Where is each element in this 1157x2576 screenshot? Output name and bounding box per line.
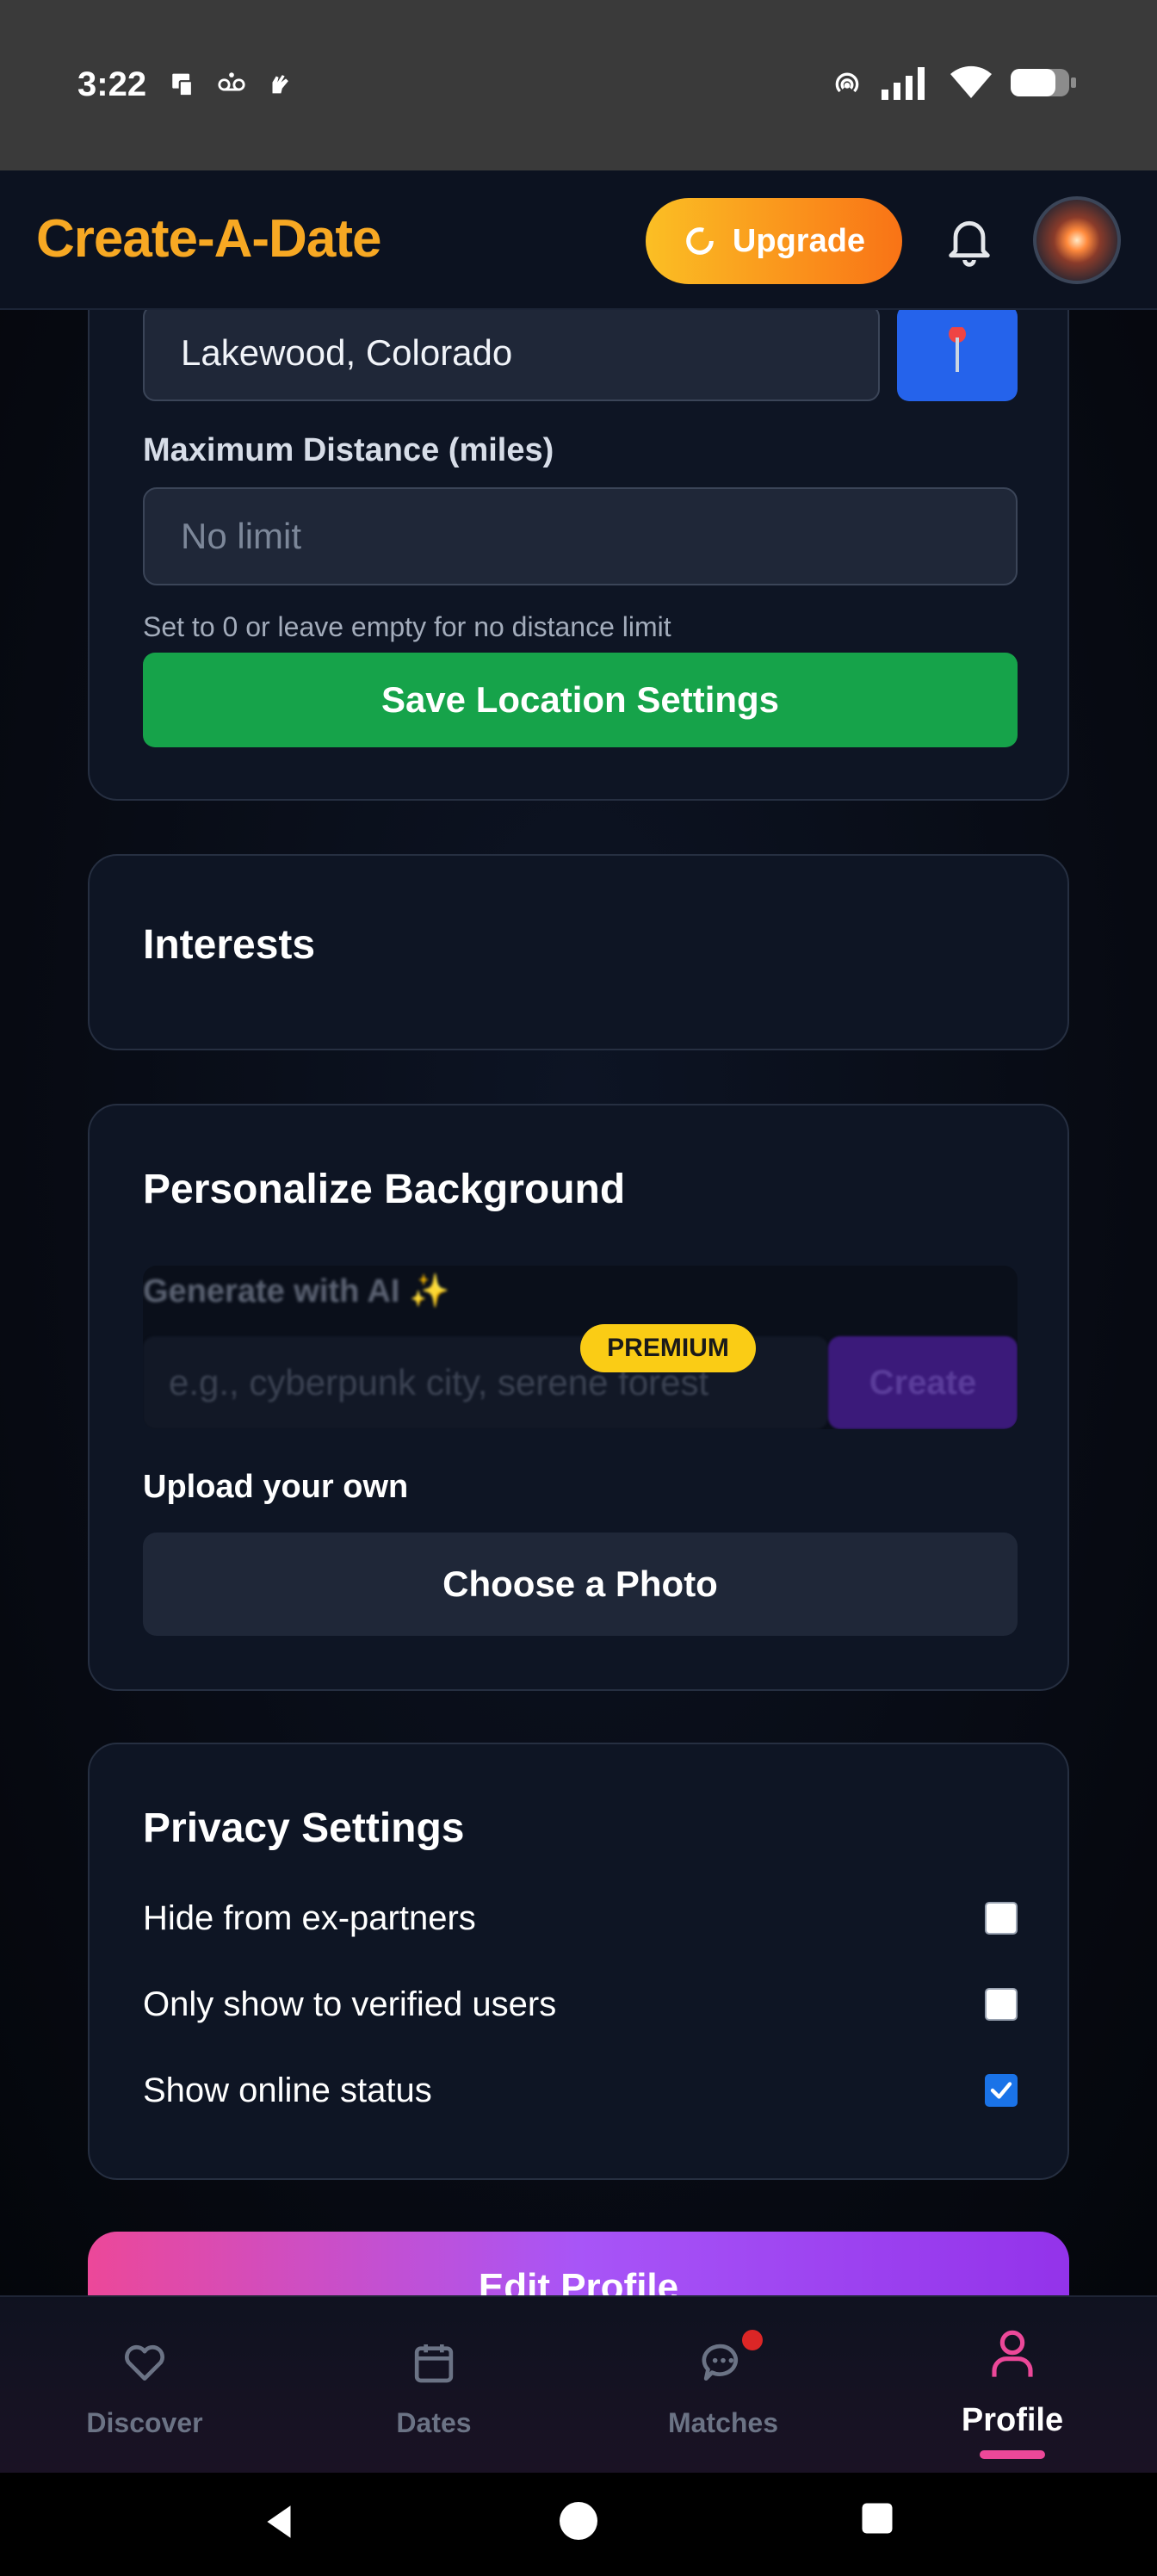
status-notification-icons [169, 69, 294, 98]
signal-icon [882, 65, 933, 104]
upload-label: Upload your own [143, 1469, 409, 1505]
ai-generate-label: Generate with AI ✨ [143, 1273, 450, 1310]
profile-content[interactable]: Lakewood, Colorado Maximum Distance (mil… [0, 310, 1157, 2295]
save-location-button[interactable]: Save Location Settings [143, 653, 1018, 747]
upgrade-label: Upgrade [732, 222, 866, 259]
privacy-option-label: Show online status [143, 2071, 432, 2109]
use-location-button[interactable] [897, 310, 1018, 401]
nav-matches[interactable]: Matches [578, 2297, 868, 2474]
device-icon [169, 69, 198, 98]
app-title[interactable]: Create-A-Date [36, 208, 381, 269]
edit-profile-button[interactable]: Edit Profile [88, 2232, 1069, 2295]
distance-hint: Set to 0 or leave empty for no distance … [143, 611, 671, 642]
privacy-option-hide-ex[interactable]: Hide from ex-partners [143, 1892, 1018, 1944]
hide-ex-checkbox[interactable] [985, 1902, 1018, 1935]
nav-profile[interactable]: Profile [868, 2297, 1157, 2474]
status-time: 3:22 [77, 65, 147, 103]
status-system-icons [830, 65, 1078, 104]
wifi-icon [950, 65, 992, 104]
status-bar: 3:22 [0, 0, 1157, 170]
ai-create-button: Create [828, 1336, 1018, 1429]
privacy-option-label: Hide from ex-partners [143, 1898, 476, 1937]
nav-discover[interactable]: Discover [0, 2297, 289, 2474]
voicemail-icon [217, 69, 246, 98]
avatar[interactable] [1033, 196, 1121, 284]
verified-only-checkbox[interactable] [985, 1988, 1018, 2021]
recents-icon [862, 2503, 893, 2534]
privacy-option-online-status[interactable]: Show online status [143, 2065, 1018, 2116]
hotspot-icon [830, 65, 864, 104]
notifications-button[interactable] [942, 212, 997, 267]
privacy-option-label: Only show to verified users [143, 1985, 557, 2023]
privacy-card: Privacy Settings Hide from ex-partners O… [88, 1743, 1069, 2180]
nav-label: Profile [961, 2402, 1064, 2438]
sparkle-ring-icon [686, 227, 714, 255]
battery-icon [1009, 65, 1078, 104]
privacy-title: Privacy Settings [143, 1805, 465, 1851]
system-nav-bar [0, 2473, 1157, 2576]
app-header: Create-A-Date Upgrade [0, 170, 1157, 310]
home-button[interactable] [558, 2500, 599, 2546]
background-card: Personalize Background Generate with AI … [88, 1104, 1069, 1691]
location-field[interactable]: Lakewood, Colorado [143, 310, 880, 401]
user-icon [992, 2330, 1033, 2377]
nav-label: Matches [667, 2407, 779, 2438]
distance-input[interactable] [143, 487, 1018, 585]
active-nav-indicator [980, 2450, 1045, 2459]
back-icon [267, 2505, 291, 2538]
hand-icon [265, 69, 294, 98]
chat-icon [702, 2344, 739, 2381]
nav-label: Dates [396, 2407, 472, 2438]
location-card: Lakewood, Colorado Maximum Distance (mil… [88, 310, 1069, 801]
bottom-nav: Discover Dates Matches Profile [0, 2295, 1157, 2473]
bell-icon [949, 220, 990, 267]
back-button[interactable] [258, 2500, 301, 2548]
distance-label: Maximum Distance (miles) [143, 432, 554, 468]
notification-dot [742, 2330, 763, 2350]
premium-badge[interactable]: PREMIUM [580, 1324, 756, 1372]
choose-photo-button[interactable]: Choose a Photo [143, 1533, 1018, 1636]
interests-title: Interests [143, 922, 316, 968]
privacy-option-verified-only[interactable]: Only show to verified users [143, 1978, 1018, 2030]
check-icon [990, 2082, 1012, 2099]
pin-icon [949, 327, 966, 372]
recents-button[interactable] [859, 2500, 895, 2541]
home-icon [560, 2502, 597, 2540]
upgrade-button[interactable]: Upgrade [646, 198, 902, 284]
location-value: Lakewood, Colorado [181, 332, 513, 373]
interests-card: Interests [88, 854, 1069, 1050]
nav-label: Discover [86, 2407, 203, 2438]
heart-icon [125, 2344, 164, 2381]
nav-dates[interactable]: Dates [289, 2297, 578, 2474]
calendar-icon [414, 2344, 454, 2383]
background-title: Personalize Background [143, 1167, 626, 1212]
online-status-checkbox[interactable] [985, 2074, 1018, 2107]
